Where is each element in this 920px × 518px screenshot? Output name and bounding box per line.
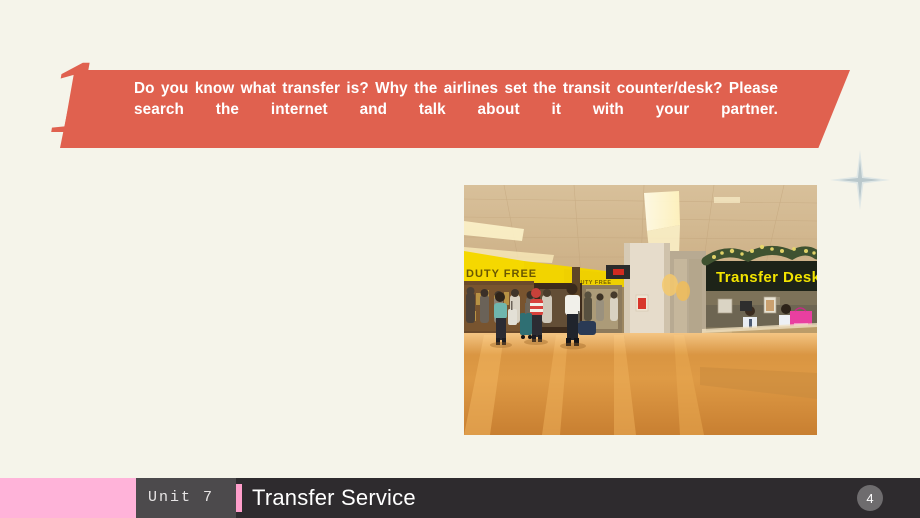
presentation-slide: 1 Do you know what transfer is? Why the … [0, 0, 920, 518]
svg-text:Transfer Desk: Transfer Desk [716, 269, 817, 286]
page-number-badge: 4 [857, 485, 883, 511]
lesson-title: Transfer Service [252, 485, 416, 510]
prompt-text: Do you know what transfer is? Why the ai… [134, 80, 778, 118]
footer-pink-accent [0, 478, 136, 518]
svg-text:DUTY FREE: DUTY FREE [466, 268, 537, 280]
airport-transfer-desk-photo: DUTY FREE DUTY FREE Transfer Desk [464, 185, 817, 435]
unit-label: Unit 7 [148, 489, 215, 506]
slide-footer: Unit 7 Transfer Service 4 [0, 478, 920, 518]
sparkle-star-icon [830, 150, 890, 210]
prompt-banner: Do you know what transfer is? Why the ai… [60, 70, 890, 210]
footer-divider [236, 484, 242, 512]
